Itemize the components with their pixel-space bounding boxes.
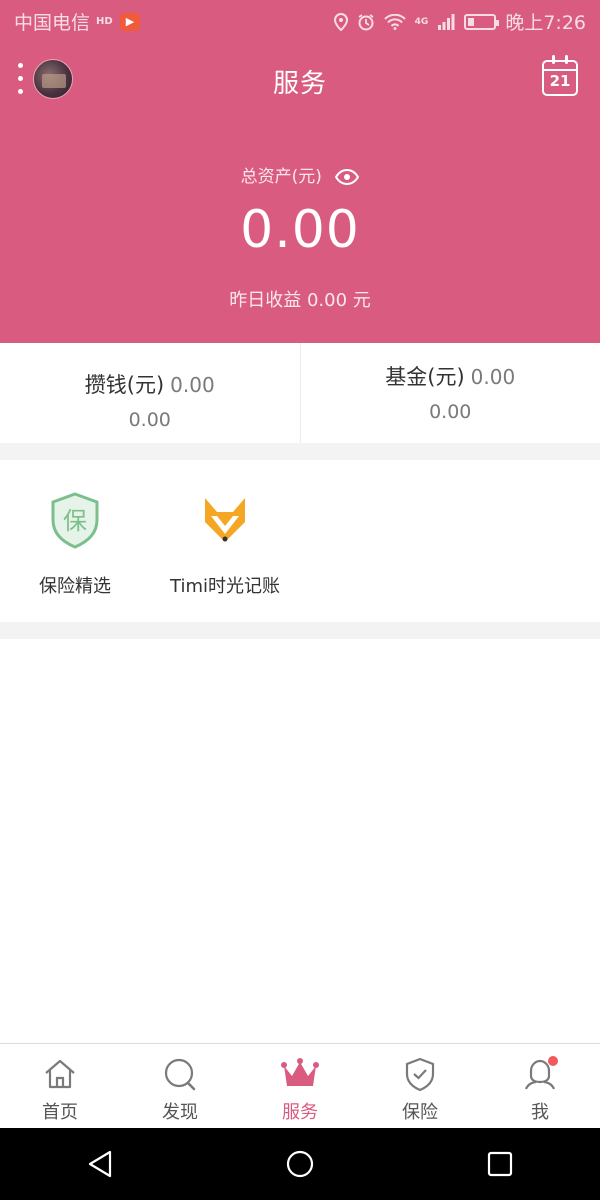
battery-icon — [464, 13, 500, 30]
tab-label: 我 — [531, 1102, 549, 1123]
search-icon — [164, 1058, 196, 1091]
signal-icon — [438, 13, 455, 30]
eye-icon[interactable] — [335, 169, 360, 185]
crown-icon — [281, 1058, 319, 1086]
home-button[interactable] — [270, 1134, 330, 1194]
top-bar: 服务 21 — [0, 55, 600, 107]
home-circle-icon — [286, 1150, 314, 1178]
savings-value: 0.00 — [170, 373, 215, 397]
total-assets-label: 总资产(元) — [240, 167, 322, 187]
tab-label: 首页 — [42, 1102, 78, 1123]
network-type: 4G — [414, 16, 429, 27]
svg-text:保: 保 — [63, 507, 87, 535]
fund-sub-value: 0.00 — [429, 401, 472, 423]
page-title: 服务 — [272, 69, 327, 99]
calendar-icon[interactable]: 21 — [542, 55, 578, 96]
savings-label: 攒钱(元) — [84, 373, 165, 397]
alarm-icon — [358, 13, 374, 30]
calendar-day: 21 — [549, 72, 571, 90]
location-icon — [333, 12, 348, 31]
recents-square-icon — [487, 1151, 513, 1177]
tab-me[interactable]: 我 — [480, 1044, 600, 1128]
shield-check-icon — [405, 1057, 435, 1092]
home-icon — [45, 1059, 75, 1089]
fox-icon — [205, 498, 245, 542]
notification-dot — [548, 1056, 558, 1066]
balance-cards: 攒钱(元) 0.00 0.00 基金(元) 0.00 0.00 — [0, 343, 600, 443]
fund-value: 0.00 — [470, 365, 516, 389]
tab-label: 发现 — [162, 1102, 198, 1123]
service-insurance[interactable]: 保 保险精选 — [0, 490, 155, 598]
screen: 中国电信 HD ▶ 4G 晚上7:26 服务 21 总资产(元) 0.00 昨日… — [0, 0, 600, 1200]
tab-discover[interactable]: 发现 — [120, 1044, 240, 1128]
tab-label: 保险 — [402, 1102, 438, 1123]
hd-badge: HD — [96, 15, 113, 27]
section-divider — [0, 443, 600, 460]
bottom-nav: 首页 发现 服务 保险 我 — [0, 1043, 600, 1128]
back-triangle-icon — [88, 1150, 112, 1178]
tab-services[interactable]: 服务 — [240, 1044, 360, 1128]
savings-card[interactable]: 攒钱(元) 0.00 0.00 — [0, 343, 300, 443]
assets-header: 中国电信 HD ▶ 4G 晚上7:26 服务 21 总资产(元) 0.00 昨日… — [0, 0, 600, 343]
service-timi[interactable]: Timi时光记账 — [145, 490, 305, 598]
clock: 晚上7:26 — [505, 12, 586, 34]
carrier-name: 中国电信 — [14, 12, 91, 34]
insurance-shield-icon: 保 — [51, 492, 99, 549]
section-divider — [0, 622, 600, 639]
services-grid: 保 保险精选 Timi时光记账 — [0, 460, 600, 622]
video-app-icon: ▶ — [120, 12, 141, 31]
yesterday-earnings: 昨日收益 0.00 元 — [229, 290, 371, 311]
tab-label: 服务 — [282, 1102, 318, 1123]
tab-insurance[interactable]: 保险 — [360, 1044, 480, 1128]
service-label: 保险精选 — [39, 576, 111, 597]
back-button[interactable] — [70, 1134, 130, 1194]
wifi-icon — [383, 13, 406, 30]
total-assets-label-row: 总资产(元) — [0, 162, 600, 187]
fund-label: 基金(元) — [385, 365, 465, 389]
service-label: Timi时光记账 — [170, 576, 280, 597]
tab-home[interactable]: 首页 — [0, 1044, 120, 1128]
fund-card[interactable]: 基金(元) 0.00 0.00 — [299, 343, 600, 443]
status-bar: 中国电信 HD ▶ 4G 晚上7:26 — [0, 0, 600, 40]
savings-sub-value: 0.00 — [128, 409, 171, 431]
total-assets-value: 0.00 — [240, 200, 360, 260]
system-navigation-bar — [0, 1128, 600, 1200]
recents-button[interactable] — [470, 1134, 530, 1194]
